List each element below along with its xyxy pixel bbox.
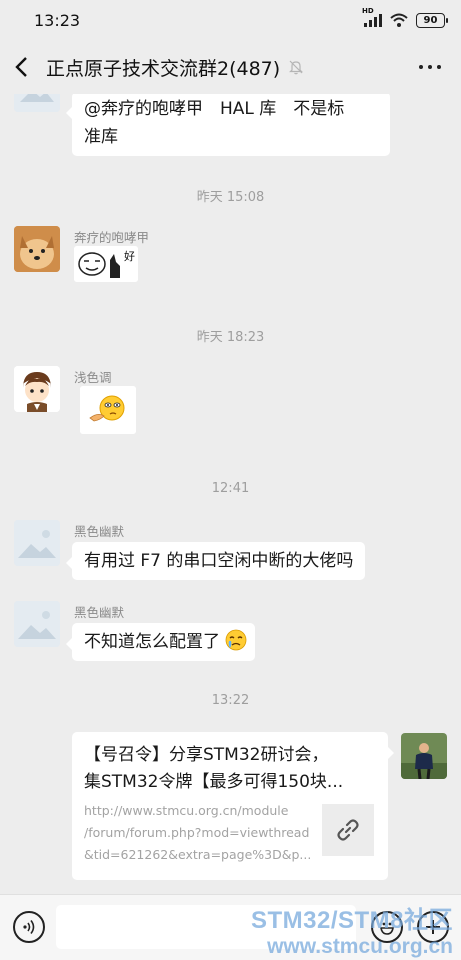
status-icons: HD 90	[362, 7, 448, 28]
message-bubble-text[interactable]: 有用过 F7 的串口空闲中断的大佬吗	[65, 542, 366, 580]
status-bar: 13:23 HD 90	[0, 0, 461, 40]
link-icon	[322, 804, 374, 856]
sticker-message[interactable]	[80, 386, 136, 434]
back-arrow-icon[interactable]	[14, 54, 36, 80]
signal-icon: HD	[362, 7, 382, 27]
link-url-line: &tid=621262&extra=page%3D&p...	[84, 847, 312, 862]
emoji-button[interactable]	[371, 911, 403, 943]
avatar[interactable]	[14, 520, 60, 566]
status-time: 13:23	[34, 10, 81, 30]
sticker-caption: 好	[124, 250, 135, 263]
timestamp: 13:22	[211, 693, 250, 708]
message-text: 有用过 F7 的串口空闲中断的大佬吗	[84, 551, 354, 571]
wifi-icon	[390, 13, 408, 27]
more-options-icon[interactable]	[419, 56, 441, 78]
avatar[interactable]	[14, 366, 60, 412]
message-input[interactable]	[56, 905, 356, 949]
chat-header: 正点原子技术交流群2(487)	[0, 40, 461, 94]
battery-icon: 90	[416, 12, 448, 28]
link-title: 集STM32令牌【最多可得150块...	[84, 772, 344, 792]
message-list[interactable]: @奔疗的咆哮甲 HAL 库 不是标 准库 昨天 15:08 奔疗的咆哮甲 好 昨…	[0, 94, 461, 894]
mute-bell-icon	[289, 60, 304, 75]
chat-title: 正点原子技术交流群2(487)	[46, 57, 281, 80]
voice-input-button[interactable]	[13, 911, 45, 943]
avatar[interactable]	[14, 601, 60, 647]
sender-name: 奔疗的咆哮甲	[74, 230, 150, 245]
link-url-line: http://www.stmcu.org.cn/module	[84, 803, 289, 818]
timestamp: 12:41	[211, 481, 250, 496]
link-card-message[interactable]: 【号召令】分享STM32研讨会， 集STM32令牌【最多可得150块... ht…	[72, 732, 394, 880]
avatar[interactable]	[14, 94, 60, 112]
sticker-message[interactable]: 好	[74, 246, 138, 282]
crying-face-emoji-icon	[226, 629, 247, 651]
timestamp: 昨天 18:23	[196, 330, 265, 345]
avatar[interactable]	[14, 226, 60, 272]
voice-icon	[23, 920, 35, 934]
avatar[interactable]	[401, 733, 447, 779]
link-description: http://www.stmcu.org.cn/module /forum/fo…	[84, 800, 314, 866]
link-title: 【号召令】分享STM32研讨会，	[84, 745, 329, 765]
sender-name: 浅色调	[74, 370, 112, 385]
message-bubble-text[interactable]: 不知道怎么配置了	[65, 623, 256, 661]
message-text: 不知道怎么配置了	[84, 632, 220, 652]
smiley-icon	[380, 922, 394, 935]
plus-icon	[426, 920, 440, 934]
more-functions-button[interactable]	[417, 911, 449, 943]
network-type-label: HD	[362, 7, 374, 15]
timestamp: 昨天 15:08	[196, 190, 265, 205]
input-bar	[0, 894, 461, 960]
link-url-line: /forum/forum.php?mod=viewthread	[84, 825, 310, 840]
message-text-line: 准库	[84, 127, 118, 147]
message-bubble-text[interactable]: @奔疗的咆哮甲 HAL 库 不是标 准库	[66, 94, 390, 156]
sender-name: 黑色幽默	[74, 605, 125, 620]
message-text-line: @奔疗的咆哮甲 HAL 库 不是标	[84, 99, 345, 119]
sender-name: 黑色幽默	[74, 524, 125, 539]
